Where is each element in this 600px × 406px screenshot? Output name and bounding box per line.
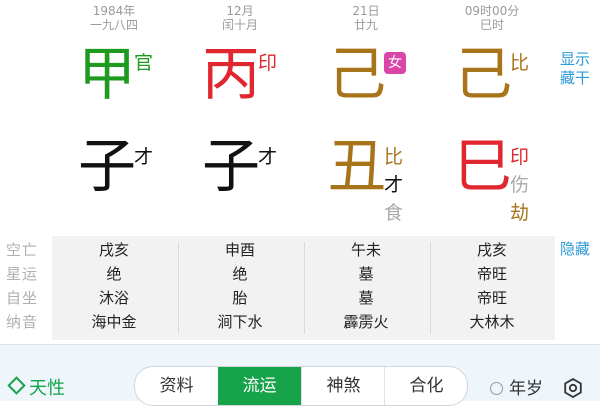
month-stem-god: 印 [258, 52, 278, 74]
settings-icon[interactable] [563, 377, 583, 399]
hour-stem: 己 [454, 40, 513, 108]
day-branch-hidden-0: 比 [384, 146, 404, 168]
cell-zizuo-day: 墓 [358, 289, 374, 307]
cell-kongwang-year: 戌亥 [98, 241, 129, 259]
year-branch: 子 [78, 132, 137, 200]
tab-shensha-label: 神煞 [326, 376, 361, 396]
column-divider [304, 242, 305, 334]
cell-xingyun-hour: 帝旺 [476, 265, 507, 283]
month-date-bottom: 闰十月 [221, 18, 258, 32]
column-divider [430, 242, 431, 334]
tianxing-label: 天性 [29, 378, 65, 399]
cell-xingyun-year: 绝 [106, 265, 122, 283]
cell-nayin-month: 涧下水 [217, 313, 263, 331]
cell-nayin-year: 海中金 [91, 313, 137, 331]
cell-xingyun-month: 绝 [232, 265, 248, 283]
month-branch: 子 [202, 132, 261, 200]
row-label-kongwang: 空亡 [6, 241, 39, 259]
cell-kongwang-month: 申酉 [224, 241, 255, 259]
cell-zizuo-hour: 帝旺 [476, 289, 507, 307]
day-date-top: 21日 [352, 4, 380, 18]
hour-branch-hidden-1: 伤 [510, 174, 530, 196]
hour-branch-hidden-2: 劫 [510, 202, 530, 224]
year-date-top: 1984年 [92, 4, 136, 18]
row-label-xingyun: 星运 [6, 265, 39, 283]
year-branch-hidden-0: 才 [134, 146, 154, 168]
day-date-bottom: 廿九 [353, 18, 378, 32]
month-date-top: 12月 [226, 4, 254, 18]
year-stem-god: 官 [134, 52, 154, 74]
year-age-label: 年岁 [509, 379, 543, 399]
year-date: 1984年 一九八四 [54, 4, 174, 32]
hour-stem-god: 比 [510, 52, 530, 74]
column-divider [178, 242, 179, 334]
row-label-zizuo: 自坐 [6, 289, 39, 307]
cell-zizuo-month: 胎 [232, 289, 248, 307]
tab-hehua-label: 合化 [409, 376, 444, 396]
day-stem: 己 [328, 40, 387, 108]
row-label-nayin: 纳音 [6, 313, 39, 331]
day-date: 21日 廿九 [306, 4, 426, 32]
tab-hehua[interactable]: 合化 [384, 367, 467, 405]
show-hidden-stems-toggle[interactable]: 显示 藏干 [560, 50, 590, 88]
hidden-stems-label: 藏干 [560, 69, 591, 87]
hour-date-top: 09时00分 [464, 4, 520, 18]
year-stem: 甲 [78, 40, 137, 108]
day-branch: 丑 [328, 132, 387, 200]
tab-shensha[interactable]: 神煞 [301, 367, 385, 405]
cell-nayin-hour: 大林木 [469, 313, 515, 331]
show-label: 显示 [560, 50, 591, 68]
hide-toggle[interactable]: 隐藏 [560, 240, 590, 259]
hour-date: 09时00分 巳时 [432, 4, 552, 32]
cell-kongwang-hour: 戌亥 [476, 241, 507, 259]
hour-branch-hidden-0: 印 [510, 146, 530, 168]
diamond-icon [7, 376, 26, 395]
tab-segmented-control: 资料 流运 神煞 合化 [134, 366, 468, 406]
cell-zizuo-year: 沐浴 [98, 289, 129, 307]
cell-xingyun-day: 墓 [358, 265, 374, 283]
day-branch-hidden-2: 食 [384, 202, 404, 224]
tab-ziliao[interactable]: 资料 [135, 367, 218, 405]
cell-nayin-day: 霹雳火 [343, 313, 389, 331]
hour-branch: 巳 [454, 132, 513, 200]
month-stem: 丙 [202, 40, 261, 108]
tab-liuyun[interactable]: 流运 [218, 367, 301, 405]
month-branch-hidden-0: 才 [258, 146, 278, 168]
cell-kongwang-day: 午未 [350, 241, 381, 259]
year-date-bottom: 一九八四 [89, 18, 138, 32]
day-branch-hidden-1: 才 [384, 174, 404, 196]
gender-badge: 女 [384, 52, 406, 74]
hour-date-bottom: 巳时 [479, 18, 504, 32]
tab-ziliao-label: 资料 [159, 376, 194, 396]
tianxing-button[interactable]: 天性 [7, 376, 65, 402]
radio-circle-icon [490, 382, 503, 395]
month-date: 12月 闰十月 [180, 4, 300, 32]
year-age-toggle[interactable]: 年岁 [490, 376, 543, 402]
tab-liuyun-label: 流运 [242, 376, 277, 396]
gender-badge-label: 女 [388, 55, 402, 71]
